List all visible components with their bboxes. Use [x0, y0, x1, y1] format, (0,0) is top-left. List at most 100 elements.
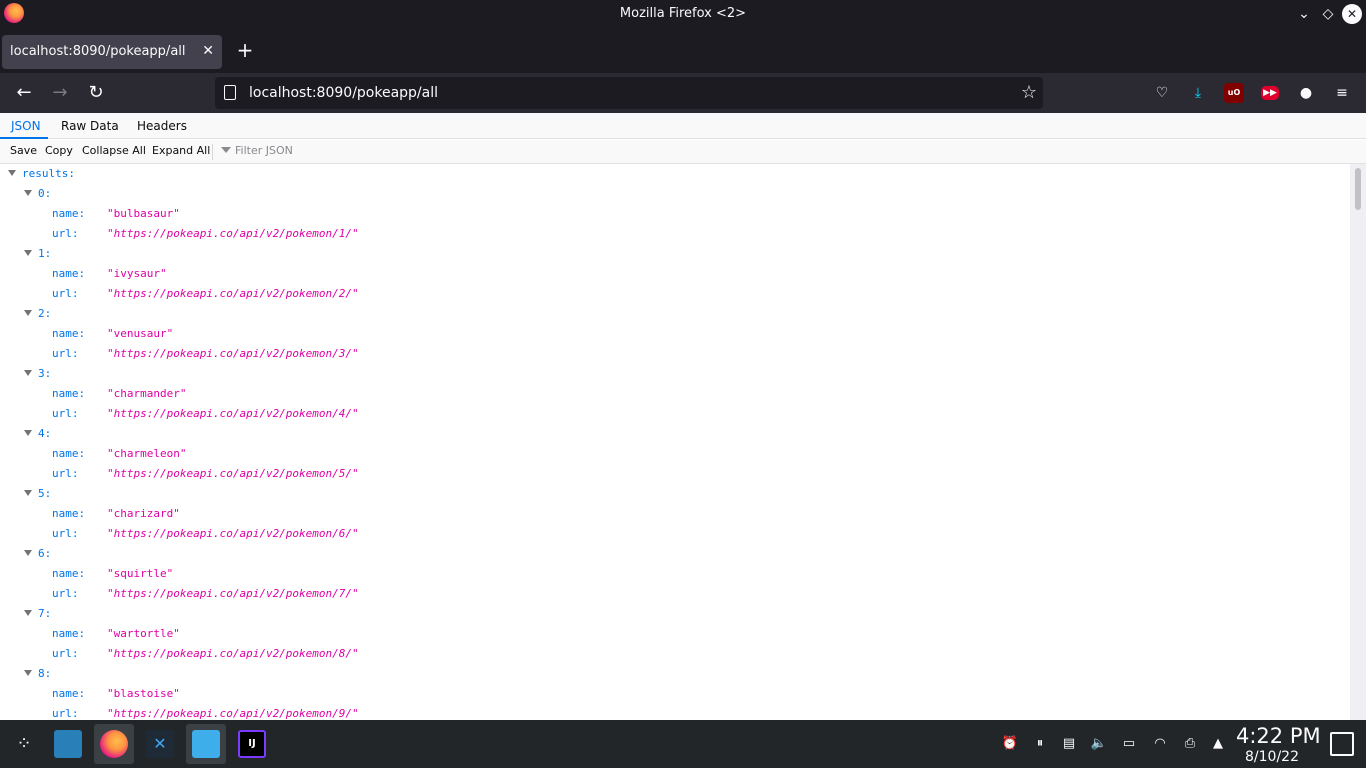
item-row[interactable]: 4: — [24, 424, 51, 444]
tab-localhost[interactable]: localhost:8090/pokeapp/all ✕ — [2, 35, 222, 69]
name-row[interactable]: name: "wartortle" — [52, 624, 652, 644]
firefox-task-icon[interactable] — [94, 724, 134, 764]
discover-store-icon[interactable] — [186, 724, 226, 764]
notifications-icon[interactable]: ⏰ — [1000, 734, 1020, 754]
close-window-icon[interactable]: ✕ — [1342, 4, 1362, 24]
url-row[interactable]: url: "https://pokeapi.co/api/v2/pokemon/2… — [52, 284, 652, 304]
url-value: "https://pokeapi.co/api/v2/pokemon/1/" — [107, 227, 359, 240]
url-value: "https://pokeapi.co/api/v2/pokemon/7/" — [107, 587, 359, 600]
url-text[interactable]: localhost:8090/pokeapp/all — [249, 85, 438, 101]
vscode-icon[interactable]: ✕ — [140, 724, 180, 764]
url-row[interactable]: url: "https://pokeapi.co/api/v2/pokemon/9… — [52, 704, 652, 720]
url-row[interactable]: url: "https://pokeapi.co/api/v2/pokemon/5… — [52, 464, 652, 484]
scrollbar-thumb[interactable] — [1355, 168, 1361, 210]
extensions-icon[interactable]: ● — [1296, 83, 1316, 103]
tray-expand-icon[interactable]: ▲ — [1208, 734, 1228, 754]
tab-close-icon[interactable]: ✕ — [202, 43, 214, 59]
item-row[interactable]: 3: — [24, 364, 51, 384]
clock-time[interactable]: 4:22 PM — [1236, 724, 1321, 748]
file-manager-icon[interactable] — [48, 724, 88, 764]
name-row[interactable]: name: "venusaur" — [52, 324, 652, 344]
show-desktop-icon[interactable] — [1330, 732, 1354, 756]
page-icon — [224, 85, 236, 100]
new-tab-icon[interactable]: + — [234, 39, 256, 61]
back-icon[interactable]: ← — [12, 81, 36, 105]
name-row[interactable]: name: "blastoise" — [52, 684, 652, 704]
clipboard-icon[interactable]: ▤ — [1059, 734, 1079, 754]
item-row[interactable]: 5: — [24, 484, 51, 504]
item-row[interactable]: 1: — [24, 244, 51, 264]
maximize-icon[interactable]: ◇ — [1318, 4, 1338, 24]
expand-arrow-icon[interactable] — [24, 490, 32, 496]
expand-arrow-icon[interactable] — [24, 310, 32, 316]
battery-icon[interactable]: ▭ — [1119, 734, 1139, 754]
item-row[interactable]: 8: — [24, 664, 51, 684]
url-key: url: — [52, 587, 79, 600]
expand-arrow-icon[interactable] — [24, 190, 32, 196]
url-row[interactable]: url: "https://pokeapi.co/api/v2/pokemon/7… — [52, 584, 652, 604]
filter-json-input[interactable]: Filter JSON — [221, 144, 293, 157]
name-row[interactable]: name: "squirtle" — [52, 564, 652, 584]
url-row[interactable]: url: "https://pokeapi.co/api/v2/pokemon/1… — [52, 224, 652, 244]
results-row[interactable]: results: — [8, 164, 75, 184]
bookmark-star-icon[interactable]: ☆ — [1021, 82, 1037, 103]
expand-arrow-icon[interactable] — [24, 550, 32, 556]
expand-arrow-icon[interactable] — [8, 170, 16, 176]
expand-arrow-icon[interactable] — [24, 250, 32, 256]
copy-button[interactable]: Copy — [45, 144, 73, 157]
taskbar: ⁘ ✕ IJ ⏰ ⏸ ▤ 🔈 ▭ ◠ ⎙ ▲ 4:22 PM 8/10/22 — [0, 720, 1366, 768]
json-tree: results: 0: name: "bulbasaur" url: "https://… — [0, 164, 1350, 720]
item-row[interactable]: 2: — [24, 304, 51, 324]
intellij-icon[interactable]: IJ — [232, 724, 272, 764]
youtube-extension-icon[interactable]: ▶▶ — [1261, 86, 1279, 100]
vertical-scrollbar[interactable] — [1350, 164, 1366, 720]
name-value: "bulbasaur" — [107, 207, 180, 220]
tab-json[interactable]: JSON — [11, 119, 41, 133]
url-key: url: — [52, 407, 79, 420]
minimize-icon[interactable]: ⌄ — [1294, 4, 1314, 24]
name-row[interactable]: name: "charmeleon" — [52, 444, 652, 464]
name-key: name: — [52, 627, 86, 640]
wifi-icon[interactable]: ◠ — [1150, 734, 1170, 754]
save-button[interactable]: Save — [10, 144, 37, 157]
name-row[interactable]: name: "charizard" — [52, 504, 652, 524]
item-index: 6: — [38, 547, 52, 560]
name-row[interactable]: name: "ivysaur" — [52, 264, 652, 284]
tab-raw-data[interactable]: Raw Data — [61, 119, 119, 133]
collapse-all-button[interactable]: Collapse All — [82, 144, 146, 157]
media-pause-icon[interactable]: ⏸ — [1030, 734, 1050, 754]
item-row[interactable]: 6: — [24, 544, 51, 564]
clock-date[interactable]: 8/10/22 — [1245, 749, 1299, 765]
app-menu-icon[interactable]: ≡ — [1332, 83, 1352, 103]
forward-icon[interactable]: → — [48, 81, 72, 105]
tab-headers[interactable]: Headers — [137, 119, 187, 133]
expand-arrow-icon[interactable] — [24, 370, 32, 376]
expand-arrow-icon[interactable] — [24, 430, 32, 436]
item-row[interactable]: 0: — [24, 184, 51, 204]
url-row[interactable]: url: "https://pokeapi.co/api/v2/pokemon/8… — [52, 644, 652, 664]
volume-icon[interactable]: 🔈 — [1089, 734, 1109, 754]
name-row[interactable]: name: "charmander" — [52, 384, 652, 404]
expand-all-button[interactable]: Expand All — [152, 144, 210, 157]
application-launcher-icon[interactable]: ⁘ — [4, 724, 44, 764]
url-row[interactable]: url: "https://pokeapi.co/api/v2/pokemon/4… — [52, 404, 652, 424]
json-viewer: JSON Raw Data Headers Save Copy Collapse… — [0, 113, 1366, 720]
url-bar[interactable]: localhost:8090/pokeapp/all ☆ — [215, 77, 1043, 109]
name-row[interactable]: name: "bulbasaur" — [52, 204, 652, 224]
expand-arrow-icon[interactable] — [24, 610, 32, 616]
reload-icon[interactable]: ↻ — [84, 81, 108, 105]
pocket-icon[interactable]: ♡ — [1152, 83, 1172, 103]
name-value: "charizard" — [107, 507, 180, 520]
name-key: name: — [52, 567, 86, 580]
ublock-origin-icon[interactable]: uO — [1224, 83, 1244, 103]
url-key: url: — [52, 227, 79, 240]
url-row[interactable]: url: "https://pokeapi.co/api/v2/pokemon/3… — [52, 344, 652, 364]
item-row[interactable]: 7: — [24, 604, 51, 624]
printer-icon[interactable]: ⎙ — [1180, 734, 1200, 754]
name-value: "blastoise" — [107, 687, 180, 700]
item-index: 7: — [38, 607, 52, 620]
name-value: "ivysaur" — [107, 267, 167, 280]
url-row[interactable]: url: "https://pokeapi.co/api/v2/pokemon/6… — [52, 524, 652, 544]
downloads-icon[interactable]: ⤓ — [1188, 83, 1208, 103]
expand-arrow-icon[interactable] — [24, 670, 32, 676]
